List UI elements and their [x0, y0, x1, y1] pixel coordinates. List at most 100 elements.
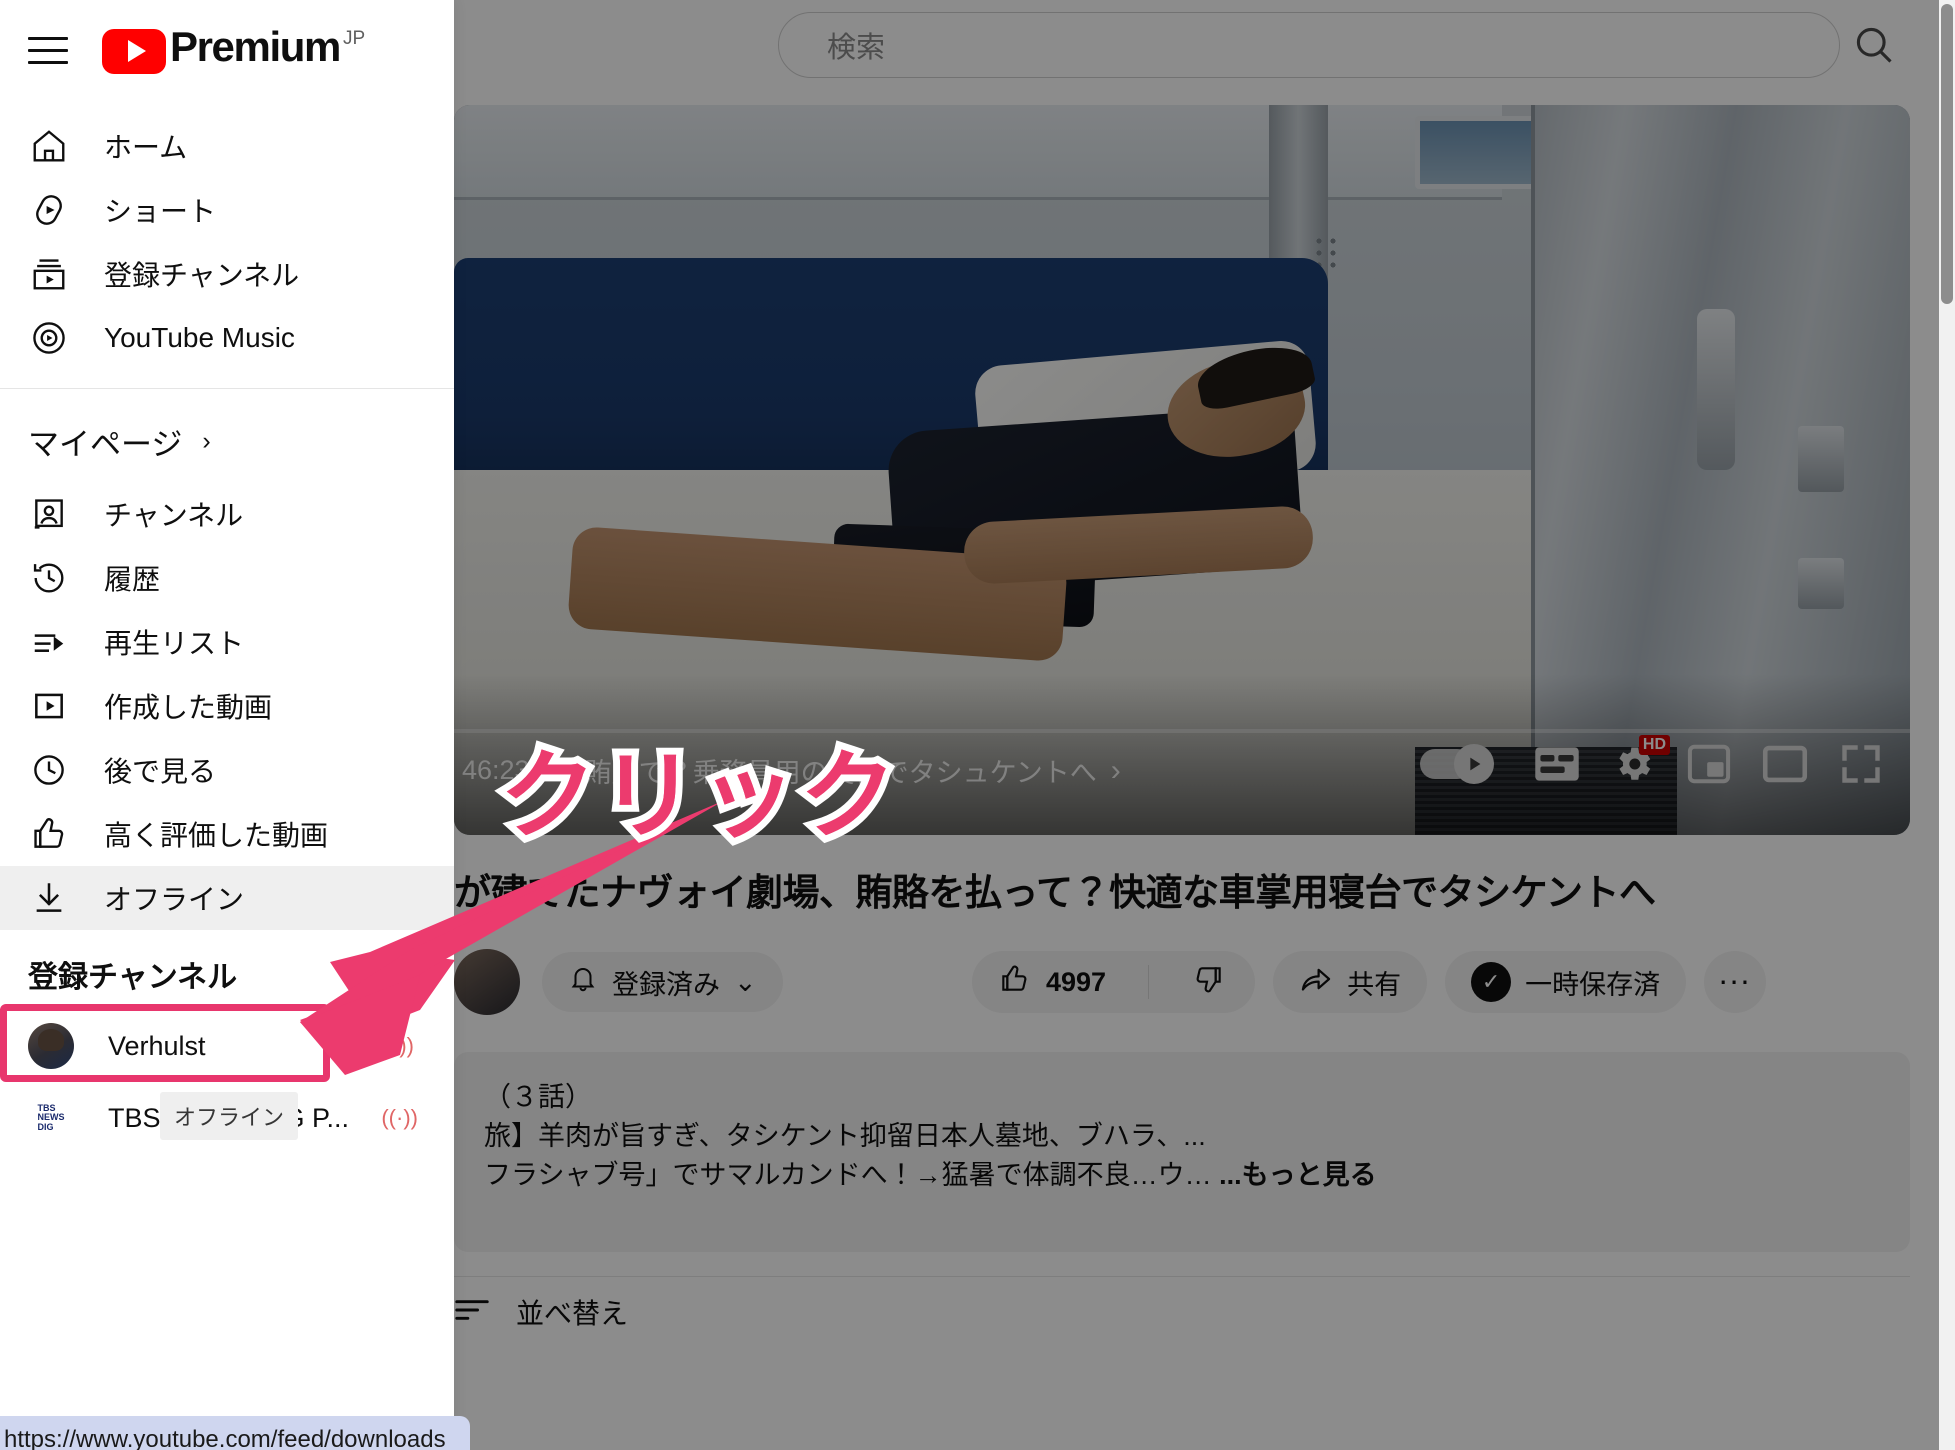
chapter-info[interactable]: 46:23 ・ 賄賂で？乗務員用の寝台でタシュケントへ ›	[462, 751, 1121, 790]
description-line-3-row: フラシャブ号」でサマルカンドへ！→猛暑で体調不良…ウ… ...もっと見る	[484, 1156, 1880, 1195]
player-control-bar[interactable]: 46:23 ・ 賄賂で？乗務員用の寝台でタシュケントへ › HD	[454, 705, 1910, 835]
sidebar-label: 登録チャンネル	[104, 260, 300, 291]
download-icon	[28, 877, 70, 919]
you-nav-list: チャンネル 履歴 再生リスト 作成した動画 後で見る 高く評価した動画 オフライ…	[0, 482, 454, 930]
you-section-label: マイページ	[28, 427, 183, 462]
home-icon	[28, 125, 70, 167]
chevron-right-icon: ›	[202, 427, 211, 455]
sidebar-item-youtube-music[interactable]: YouTube Music	[0, 306, 454, 370]
progress-bar[interactable]	[454, 729, 1910, 733]
brand-word: Premium	[170, 22, 341, 70]
theater-mode-icon[interactable]	[1760, 739, 1810, 789]
hamburger-icon[interactable]	[22, 24, 74, 76]
sort-icon	[454, 1296, 490, 1329]
sidebar-item-subscriptions[interactable]: 登録チャンネル	[0, 242, 454, 306]
dislike-button[interactable]	[1163, 951, 1255, 1013]
sidebar-item-watch-later[interactable]: 後で見る	[0, 738, 454, 802]
channel-block[interactable]: 登録済み ⌄	[454, 949, 954, 1015]
share-button[interactable]: 共有	[1273, 951, 1428, 1013]
sidebar-label: 再生リスト	[104, 628, 245, 659]
youtube-premium-logo[interactable]: Premium JP	[102, 22, 366, 74]
closed-captions-icon[interactable]	[1532, 739, 1582, 789]
playlist-icon	[28, 621, 70, 663]
sidebar-item-history[interactable]: 履歴	[0, 546, 454, 610]
like-count: 4997	[1046, 966, 1107, 997]
sidebar-label: チャンネル	[104, 500, 244, 531]
tbs-news-dig-avatar: TBS NEWS DIG	[28, 1095, 74, 1141]
sidebar-label: オフライン	[104, 884, 245, 915]
sidebar-label: YouTube Music	[104, 322, 295, 353]
sidebar-label: ショート	[104, 196, 217, 227]
chapter-time: 46:23	[462, 755, 530, 785]
more-actions-button[interactable]: ...	[1704, 951, 1767, 1013]
youtube-watch-page: 検索 46:23 ・ 賄賂で？乗務員用の寝台でタシュケントへ › HD が建てた…	[0, 0, 1955, 1450]
channel-avatar[interactable]	[454, 949, 520, 1015]
description-line-2: 旅】羊肉が旨すぎ、タシケント抑留日本人墓地、ブハラ、...	[484, 1121, 1206, 1152]
video-title: が建てたナヴォイ劇場、賄賂を払って？快適な車掌用寝台でタシケントへ	[454, 872, 1656, 913]
player-right-controls[interactable]: HD	[1420, 735, 1886, 789]
thumbs-up-icon	[998, 963, 1030, 1002]
divider	[0, 388, 454, 389]
channel-icon	[28, 493, 70, 535]
search-input-box[interactable]: 検索	[778, 12, 1840, 78]
subscribe-button[interactable]: 登録済み ⌄	[542, 952, 783, 1012]
page-scrollbar[interactable]	[1939, 0, 1955, 1450]
hd-badge: HD	[1638, 735, 1670, 755]
live-broadcast-icon: ((·))	[377, 1033, 414, 1058]
fullscreen-icon[interactable]	[1836, 739, 1886, 789]
share-arrow-icon	[1299, 964, 1333, 1001]
search-icon[interactable]	[1840, 12, 1908, 78]
like-button[interactable]: 4997	[972, 951, 1134, 1013]
downloaded-check-icon: ✓	[1471, 962, 1512, 1002]
video-description[interactable]: （３話） 旅】羊肉が旨すぎ、タシケント抑留日本人墓地、ブハラ、... フラシャブ…	[454, 1052, 1910, 1252]
subscribe-label: 登録済み	[612, 969, 720, 1000]
subscriptions-section-header: 登録チャンネル	[28, 961, 238, 994]
shorts-icon	[28, 189, 70, 231]
sidebar-item-home[interactable]: ホーム	[0, 114, 454, 178]
tbs-logo-line-3: DIG	[37, 1121, 54, 1132]
sidebar-label: 履歴	[104, 564, 161, 595]
you-section-header[interactable]: マイページ ›	[0, 401, 454, 482]
sidebar-item-offline[interactable]: オフライン	[0, 866, 454, 930]
video-player[interactable]: 46:23 ・ 賄賂で？乗務員用の寝台でタシュケントへ › HD	[454, 105, 1910, 835]
saved-offline-button[interactable]: ✓ 一時保存済	[1445, 951, 1687, 1013]
search-bar[interactable]: 検索	[778, 12, 1908, 78]
guide-drawer: Premium JP ホーム ショート 登録チャンネル YouTube Musi…	[0, 0, 454, 1450]
sidebar-item-channel[interactable]: チャンネル	[0, 482, 454, 546]
video-action-row: 登録済み ⌄ 4997 共有 ✓ 一時保存済 ...	[454, 938, 1910, 1026]
youtube-music-icon	[28, 317, 70, 359]
subscriptions-icon	[28, 253, 70, 295]
chevron-right-icon[interactable]: ›	[1111, 754, 1121, 788]
sidebar-label: 後で見る	[104, 756, 217, 787]
subscription-item-verhulst[interactable]: Verhulst ((·))	[0, 1010, 454, 1082]
share-label: 共有	[1347, 969, 1402, 1000]
verhulst-avatar	[28, 1023, 74, 1069]
thumbs-down-icon	[1193, 963, 1225, 1002]
sidebar-label: 作成した動画	[104, 692, 273, 723]
show-more-link[interactable]: ...もっと見る	[1219, 1160, 1377, 1190]
sidebar-item-liked-videos[interactable]: 高く評価した動画	[0, 802, 454, 866]
youtube-play-logo	[102, 28, 166, 74]
miniplayer-icon[interactable]	[1684, 739, 1734, 789]
like-dislike-group[interactable]: 4997	[972, 951, 1256, 1013]
sidebar-label: ホーム	[104, 132, 188, 163]
chapter-separator: ・	[543, 758, 571, 788]
offline-tooltip: オフライン	[160, 1092, 299, 1140]
history-icon	[28, 557, 70, 599]
save-label: 一時保存済	[1525, 969, 1661, 1000]
sort-label: 並べ替え	[516, 1298, 629, 1329]
subscription-name: Verhulst	[108, 1030, 206, 1061]
live-broadcast-icon: ((·))	[381, 1105, 418, 1130]
divider	[454, 1276, 1910, 1277]
comment-sort[interactable]: 並べ替え	[454, 1292, 628, 1332]
sidebar-item-shorts[interactable]: ショート	[0, 178, 454, 242]
gear-icon[interactable]: HD	[1608, 735, 1670, 789]
sidebar-item-playlists[interactable]: 再生リスト	[0, 610, 454, 674]
scrollbar-thumb[interactable]	[1941, 4, 1953, 304]
autoplay-toggle-icon[interactable]	[1420, 741, 1506, 787]
search-placeholder: 検索	[827, 32, 886, 64]
brand-superscript: JP	[342, 27, 366, 49]
chapter-title: 賄賂で？乗務員用の寝台でタシュケントへ	[584, 758, 1097, 788]
sidebar-item-your-videos[interactable]: 作成した動画	[0, 674, 454, 738]
your-videos-icon	[28, 685, 70, 727]
